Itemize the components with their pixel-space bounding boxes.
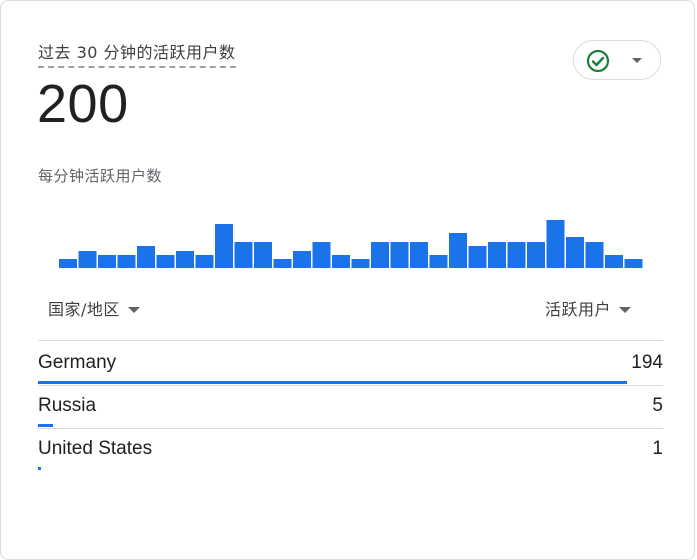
minute-bar[interactable]: [117, 255, 136, 268]
country-name: United States: [38, 438, 153, 459]
minute-bar[interactable]: [624, 259, 643, 268]
minute-bar[interactable]: [332, 255, 350, 268]
share-bar: [38, 381, 627, 384]
table-row[interactable]: Germany 194: [38, 342, 663, 385]
card-title[interactable]: 过去 30 分钟的活跃用户数: [38, 43, 236, 68]
users-column-header[interactable]: 活跃用户: [545, 299, 631, 321]
dropdown-arrow-icon: [127, 307, 140, 313]
status-dropdown-button[interactable]: [573, 40, 661, 80]
minute-bar[interactable]: [371, 242, 389, 268]
minute-bar[interactable]: [156, 255, 175, 268]
user-count: 1: [652, 438, 663, 459]
country-name: Russia: [38, 395, 97, 416]
minute-bar[interactable]: [429, 255, 448, 268]
header-divider: [38, 340, 663, 341]
minute-bar[interactable]: [488, 242, 506, 268]
country-column-header[interactable]: 国家/地区: [48, 299, 140, 321]
user-count: 5: [652, 395, 663, 416]
minute-bar[interactable]: [59, 259, 77, 268]
minute-bar[interactable]: [351, 259, 370, 268]
table-header: 国家/地区 活跃用户: [38, 291, 663, 331]
chart-subtitle: 每分钟活跃用户数: [38, 167, 163, 185]
share-bar: [38, 467, 41, 470]
minute-bar[interactable]: [78, 251, 97, 268]
minute-bar[interactable]: [566, 237, 584, 268]
minute-bar[interactable]: [605, 255, 623, 268]
minute-bar[interactable]: [254, 242, 272, 268]
minute-bar[interactable]: [137, 246, 155, 268]
minute-bar[interactable]: [312, 242, 331, 268]
minute-bar[interactable]: [293, 251, 311, 268]
minute-bar[interactable]: [546, 220, 565, 268]
minute-bar[interactable]: [585, 242, 604, 268]
minute-bar[interactable]: [410, 242, 428, 268]
country-name: Germany: [38, 352, 117, 373]
minute-bar[interactable]: [195, 255, 214, 268]
active-users-total: 200: [37, 74, 129, 134]
minute-bar[interactable]: [215, 224, 233, 268]
minute-bar[interactable]: [273, 259, 292, 268]
user-count: 194: [631, 352, 663, 373]
check-circle-icon: [586, 49, 610, 73]
chevron-down-icon: [632, 58, 642, 63]
minute-bar[interactable]: [468, 246, 487, 268]
users-column-label: 活跃用户: [544, 300, 611, 319]
minute-bar[interactable]: [98, 255, 116, 268]
minute-bar[interactable]: [390, 242, 409, 268]
minute-bar[interactable]: [449, 233, 467, 268]
dropdown-arrow-icon: [619, 307, 631, 313]
country-column-label: 国家/地区: [48, 300, 120, 319]
minute-bar[interactable]: [527, 242, 545, 268]
minute-bar[interactable]: [234, 242, 253, 268]
per-minute-bar-chart: [59, 220, 643, 268]
minute-bar[interactable]: [507, 242, 526, 268]
minute-bar[interactable]: [176, 251, 194, 268]
table-row[interactable]: United States 1: [38, 428, 663, 471]
table-row[interactable]: Russia 5: [38, 385, 663, 428]
share-bar: [38, 424, 53, 427]
realtime-users-card: 过去 30 分钟的活跃用户数 200 每分钟活跃用户数 国家/地区 活跃用户 G…: [0, 0, 695, 560]
